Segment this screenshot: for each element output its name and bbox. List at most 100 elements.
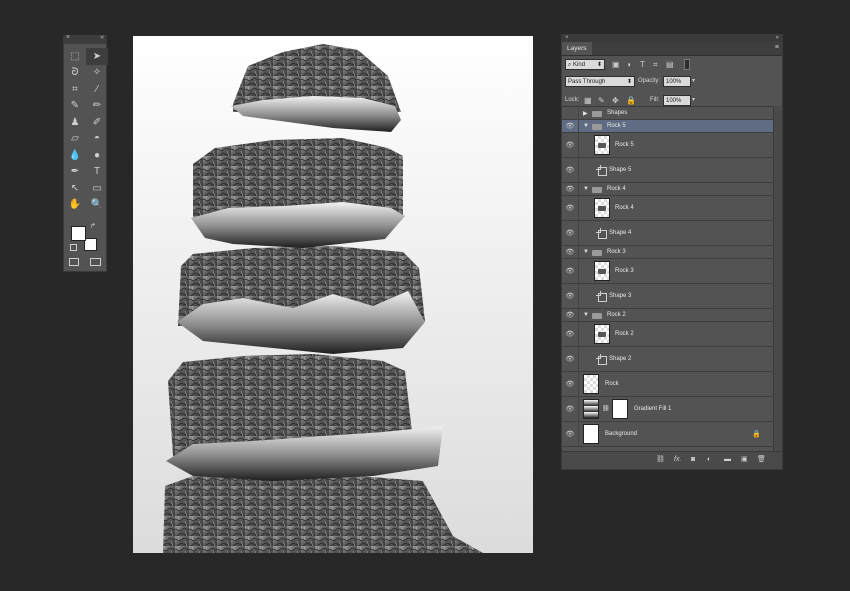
- close-icon[interactable]: ×: [565, 35, 569, 42]
- expand-triangle-icon[interactable]: ▼: [583, 249, 589, 255]
- swap-colors-icon[interactable]: ↱: [90, 222, 96, 230]
- expand-triangle-icon[interactable]: ▼: [583, 123, 589, 129]
- brush-icon[interactable]: ✏: [86, 98, 108, 115]
- document-canvas[interactable]: [133, 36, 533, 553]
- visibility-eye-icon[interactable]: 👁: [562, 158, 579, 182]
- layer-list[interactable]: 👁▶Shapes👁▼Rock 5👁Rock 5👁Shape 5👁▼Rock 4👁…: [562, 106, 773, 452]
- paint-bucket-icon[interactable]: ◓: [86, 131, 108, 148]
- visibility-eye-icon[interactable]: 👁: [562, 284, 579, 308]
- filter-type-icon[interactable]: T: [640, 59, 645, 70]
- collapse-icon[interactable]: «: [100, 34, 104, 41]
- filter-shape-icon[interactable]: ⌗: [653, 59, 658, 70]
- mask-link-icon[interactable]: ⛓: [602, 405, 610, 412]
- visibility-eye-icon[interactable]: 👁: [562, 196, 579, 220]
- tools-panel-titlebar[interactable]: × «: [64, 34, 106, 44]
- panel-menu-icon[interactable]: ≡: [775, 42, 779, 54]
- close-icon[interactable]: ×: [66, 34, 70, 41]
- opacity-field[interactable]: 100%: [663, 76, 691, 87]
- visibility-eye-icon[interactable]: 👁: [562, 422, 579, 446]
- layer-group-row[interactable]: 👁 ▼ Rock 5: [562, 120, 773, 133]
- screen-mode-icon[interactable]: [90, 258, 101, 266]
- lock-all-icon[interactable]: 🔒: [626, 95, 636, 106]
- layer-row[interactable]: 👁 Rock 5: [562, 133, 773, 158]
- direct-selection-icon[interactable]: ↖: [64, 180, 86, 197]
- layer-row[interactable]: 👁 Rock 3: [562, 259, 773, 284]
- crop-icon[interactable]: ⌗: [64, 81, 86, 98]
- hand-icon[interactable]: ✋: [64, 197, 86, 214]
- visibility-eye-icon[interactable]: 👁: [562, 120, 579, 132]
- layer-row[interactable]: 👁 Shape 2: [562, 347, 773, 372]
- layer-group-row[interactable]: 👁 ▼ Rock 4: [562, 183, 773, 196]
- visibility-eye-icon[interactable]: 👁: [562, 133, 579, 157]
- layers-panel-titlebar[interactable]: × «: [562, 35, 782, 42]
- new-group-icon[interactable]: ▬: [724, 455, 731, 465]
- layer-thumbnail: [594, 324, 610, 344]
- magic-wand-icon[interactable]: ✧: [86, 65, 108, 82]
- layer-group-row[interactable]: 👁 ▼ Rock 2: [562, 309, 773, 322]
- history-brush-icon[interactable]: ✐: [86, 114, 108, 131]
- marquee-icon[interactable]: ⬚: [64, 48, 86, 65]
- zoom-icon[interactable]: 🔍: [86, 197, 108, 214]
- lock-pixels-icon[interactable]: ✎: [598, 95, 605, 106]
- layer-group-row[interactable]: 👁 ▼ Rock 3: [562, 246, 773, 259]
- visibility-eye-icon[interactable]: 👁: [562, 259, 579, 283]
- layer-row[interactable]: 👁 Rock: [562, 372, 773, 397]
- type-icon[interactable]: T: [86, 164, 108, 181]
- eyedropper-icon[interactable]: ⁄: [86, 81, 108, 98]
- visibility-eye-icon[interactable]: 👁: [562, 183, 579, 195]
- adjustment-layer-icon[interactable]: ◐: [707, 455, 711, 465]
- visibility-eye-icon[interactable]: 👁: [562, 309, 579, 321]
- spot-healing-icon[interactable]: ✎: [64, 98, 86, 115]
- filter-toggle[interactable]: [684, 59, 690, 70]
- lock-position-icon[interactable]: ✥: [612, 95, 619, 106]
- trash-icon[interactable]: 🗑: [757, 455, 766, 465]
- layer-mask-thumbnail[interactable]: [612, 399, 628, 419]
- lasso-icon[interactable]: ᘐ: [64, 65, 86, 82]
- layer-row[interactable]: 👁 ⛓ Gradient Fill 1: [562, 397, 773, 422]
- filter-adjustment-icon[interactable]: ◑: [626, 59, 631, 70]
- quick-mask-icon[interactable]: [69, 258, 79, 266]
- filter-kind-select[interactable]: ⌕ Kind ⬍: [565, 59, 605, 70]
- blend-mode-select[interactable]: Pass Through ⬍: [565, 76, 635, 87]
- layer-row[interactable]: 👁 Shape 3: [562, 284, 773, 309]
- pen-icon[interactable]: ✒: [64, 164, 86, 181]
- opacity-dropdown-icon[interactable]: ▾: [692, 76, 695, 87]
- visibility-eye-icon[interactable]: 👁: [562, 221, 579, 245]
- layer-row[interactable]: 👁 Rock 2: [562, 322, 773, 347]
- rectangle-shape-icon[interactable]: ▭: [86, 180, 108, 197]
- layer-row[interactable]: 👁 Shape 5: [562, 158, 773, 183]
- path-selection-icon[interactable]: ➤: [86, 48, 108, 65]
- default-colors-icon[interactable]: [70, 244, 77, 251]
- expand-triangle-icon[interactable]: ▼: [583, 312, 589, 318]
- eraser-icon[interactable]: ▱: [64, 131, 86, 148]
- expand-triangle-icon[interactable]: ▼: [583, 186, 589, 192]
- layer-name: Gradient Fill 1: [634, 405, 672, 412]
- fx-icon[interactable]: fx.: [674, 455, 681, 465]
- filter-smart-object-icon[interactable]: ▤: [666, 59, 674, 70]
- visibility-eye-icon[interactable]: 👁: [562, 322, 579, 346]
- layer-row[interactable]: 👁 🔒 Background: [562, 422, 773, 447]
- fill-field[interactable]: 100%: [663, 95, 691, 106]
- layer-row[interactable]: 👁 Shape 4: [562, 221, 773, 246]
- filter-pixel-icon[interactable]: ▣: [612, 59, 620, 70]
- layer-group-row[interactable]: 👁 ▶ Shapes: [562, 107, 773, 120]
- visibility-eye-icon[interactable]: 👁: [562, 246, 579, 258]
- visibility-eye-icon[interactable]: 👁: [562, 397, 579, 421]
- blur-icon[interactable]: 💧: [64, 147, 86, 164]
- collapse-icon[interactable]: «: [776, 35, 779, 42]
- visibility-eye-icon[interactable]: 👁: [562, 347, 579, 371]
- lock-transparent-icon[interactable]: ▦: [584, 95, 592, 106]
- visibility-eye-icon[interactable]: 👁: [562, 107, 579, 119]
- foreground-color-swatch[interactable]: [71, 226, 86, 241]
- dodge-icon[interactable]: ●: [86, 147, 108, 164]
- tab-layers[interactable]: Layers: [562, 42, 592, 55]
- layer-row[interactable]: 👁 Rock 4: [562, 196, 773, 221]
- new-layer-icon[interactable]: ▣: [741, 455, 748, 465]
- layer-mask-icon[interactable]: ◙: [691, 455, 695, 465]
- link-layers-icon[interactable]: ⛓: [656, 455, 665, 465]
- layers-scrollbar[interactable]: [773, 106, 782, 452]
- visibility-eye-icon[interactable]: 👁: [562, 372, 579, 396]
- fill-dropdown-icon[interactable]: ▾: [692, 95, 695, 106]
- clone-stamp-icon[interactable]: ♟: [64, 114, 86, 131]
- collapse-triangle-icon[interactable]: ▶: [583, 110, 588, 117]
